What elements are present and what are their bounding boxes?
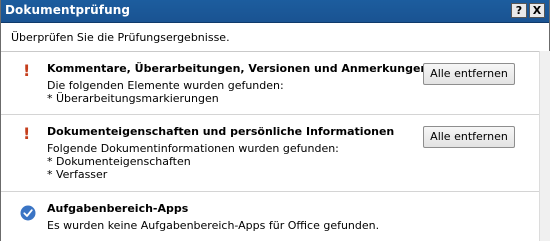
section-description: Die folgenden Elemente wurden gefunden: … [47,79,284,105]
instruction-text: Überprüfen Sie die Prüfungsergebnisse. [11,31,230,44]
remove-all-button[interactable]: Alle entfernen [423,63,515,85]
title-bar: Dokumentprüfung ? X [1,0,549,23]
results-panel: ! Kommentare, Überarbeitungen, Versionen… [1,51,539,242]
section-title: Kommentare, Überarbeitungen, Versionen u… [47,62,429,75]
section-line: * Verfasser [47,168,108,181]
result-section-properties: ! Dokumenteigenschaften und persönliche … [1,115,539,192]
window-title: Dokumentprüfung [5,3,131,17]
section-line: * Dokumenteigenschaften [47,155,191,168]
exclamation-icon: ! [23,61,31,80]
section-line: Die folgenden Elemente wurden gefunden: [47,79,284,92]
result-section-comments: ! Kommentare, Überarbeitungen, Versionen… [1,52,539,115]
section-line: Es wurden keine Aufgabenbereich-Apps für… [47,219,380,232]
close-button[interactable]: X [529,3,545,18]
vertical-scrollbar[interactable] [539,51,550,241]
section-description: Folgende Dokumentinformationen wurden ge… [47,142,339,181]
document-inspector-window: Dokumentprüfung ? X Überprüfen Sie die P… [0,0,550,241]
section-line: Folgende Dokumentinformationen wurden ge… [47,142,339,155]
section-title: Dokumenteigenschaften und persönliche In… [47,125,395,138]
section-line: * Überarbeitungsmarkierungen [47,92,219,105]
section-description: Es wurden keine Aufgabenbereich-Apps für… [47,219,379,232]
result-section-apps: Aufgabenbereich-Apps Es wurden keine Auf… [1,192,539,242]
section-title: Aufgabenbereich-Apps [47,202,189,215]
checkmark-circle-icon [20,205,36,221]
exclamation-icon: ! [23,124,31,143]
remove-all-button[interactable]: Alle entfernen [423,126,515,148]
help-button[interactable]: ? [511,3,527,18]
